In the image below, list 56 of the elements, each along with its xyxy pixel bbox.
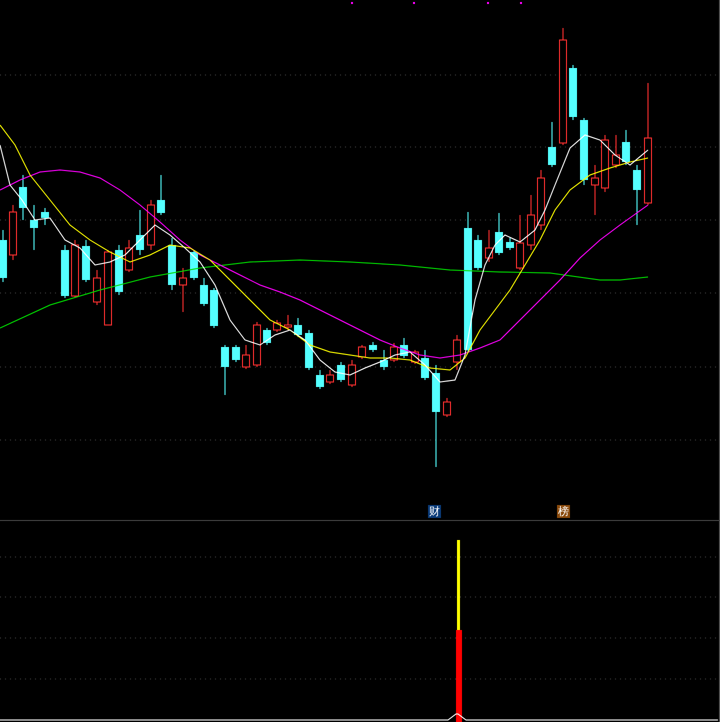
candlestick bbox=[71, 240, 79, 298]
candlestick bbox=[136, 210, 144, 256]
candlestick bbox=[232, 344, 240, 362]
candlestick bbox=[380, 350, 388, 370]
candlestick bbox=[263, 328, 271, 346]
candlestick bbox=[390, 342, 398, 362]
candlestick bbox=[348, 360, 356, 388]
candlestick bbox=[633, 164, 641, 226]
event-marker[interactable]: 榜 bbox=[557, 505, 570, 518]
candlestick bbox=[369, 342, 377, 352]
candlestick bbox=[474, 234, 482, 270]
candlestick bbox=[337, 362, 345, 382]
candlestick bbox=[179, 268, 187, 312]
candlestick bbox=[527, 194, 535, 250]
candlestick bbox=[358, 344, 366, 360]
candlestick bbox=[41, 208, 49, 226]
candlestick bbox=[115, 244, 123, 296]
candlestick bbox=[30, 204, 38, 250]
candlestick bbox=[0, 230, 7, 282]
candlestick bbox=[612, 134, 620, 168]
candlestick bbox=[305, 330, 313, 370]
candlestick bbox=[316, 370, 324, 390]
candlestick bbox=[242, 344, 250, 370]
candlestick bbox=[61, 244, 69, 298]
candlestick bbox=[580, 118, 588, 186]
candlestick bbox=[453, 334, 461, 370]
candlestick bbox=[537, 170, 545, 230]
candlestick bbox=[421, 350, 429, 380]
candlestick bbox=[93, 270, 101, 306]
candlestick bbox=[284, 314, 292, 330]
candlestick bbox=[294, 318, 302, 338]
candlestick bbox=[569, 64, 577, 120]
candlestick bbox=[516, 214, 524, 270]
candlestick bbox=[125, 240, 133, 272]
candlestick bbox=[168, 238, 176, 290]
candlestick bbox=[221, 344, 229, 396]
candlestick bbox=[601, 134, 609, 192]
candlestick bbox=[495, 212, 503, 256]
candlestick bbox=[273, 320, 281, 332]
candlestick bbox=[591, 164, 599, 216]
candlestick bbox=[400, 338, 408, 358]
candlestick bbox=[326, 370, 334, 384]
candlestick bbox=[253, 322, 261, 368]
candlestick bbox=[82, 240, 90, 282]
candlestick bbox=[548, 122, 556, 168]
candlestick bbox=[443, 398, 451, 418]
event-marker[interactable]: 财 bbox=[428, 505, 441, 518]
candlestick bbox=[147, 200, 155, 250]
candlestick bbox=[506, 238, 514, 250]
candlestick bbox=[200, 278, 208, 306]
candlestick bbox=[622, 130, 630, 166]
candlestick bbox=[9, 204, 17, 260]
candlestick bbox=[485, 230, 493, 262]
candlestick bbox=[210, 288, 218, 328]
candlestick bbox=[19, 174, 27, 220]
candlestick bbox=[157, 174, 165, 216]
